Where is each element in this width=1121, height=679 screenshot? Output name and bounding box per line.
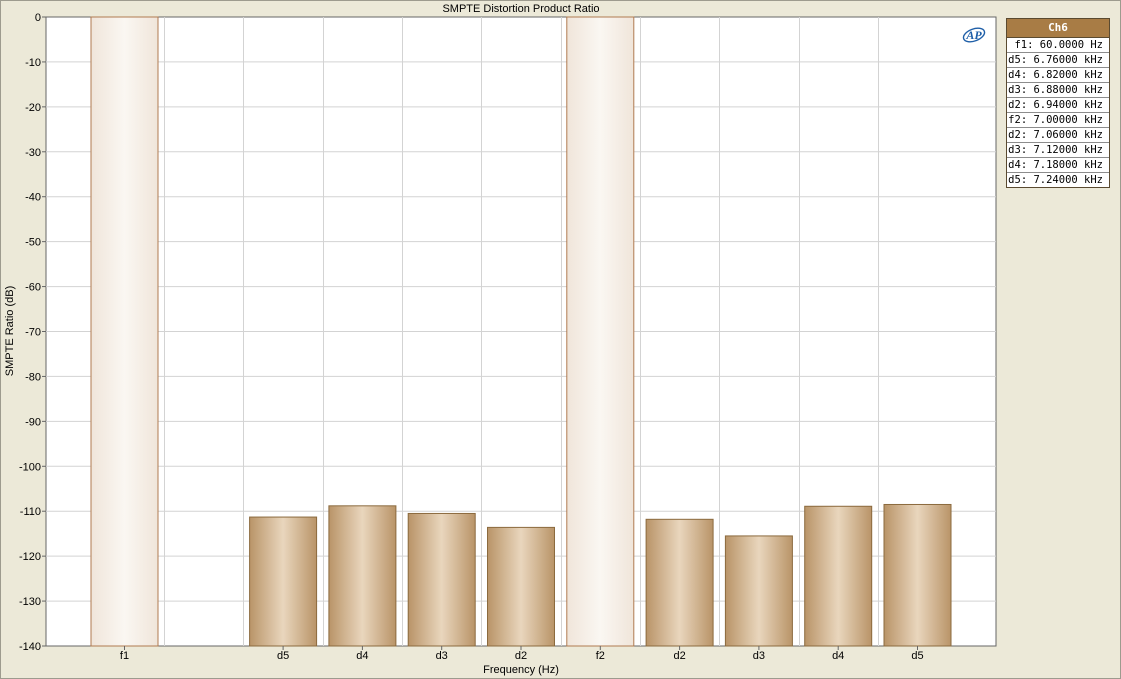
x-tick-label-d4: d4 [356,650,368,662]
y-tick-label: -110 [20,506,41,518]
bar-d5 [883,503,952,647]
y-tick-label: -80 [25,371,41,383]
legend-entry: d3: 7.12000 kHz [1007,143,1109,158]
legend-entry: d2: 6.94000 kHz [1007,98,1109,113]
legend-entry: f2: 7.00000 kHz [1007,113,1109,128]
bar-d5 [249,516,318,647]
bar-d3 [724,535,793,647]
bar-d2 [645,518,714,647]
x-tick-label-d4: d4 [832,650,844,662]
x-tick-label-d5: d5 [277,650,289,662]
legend-entry: d2: 7.06000 kHz [1007,128,1109,143]
y-axis-label: SMPTE Ratio (dB) [4,286,16,376]
bar-f1 [90,16,159,647]
legend-entry: d5: 7.24000 kHz [1008,174,1103,186]
ap-logo: AP [962,27,986,43]
legend-entry: d4: 7.18000 kHz [1007,158,1109,173]
legend: Ch6 f1: 60.0000 Hz d5: 6.76000 kHz d4: 6.8… [1006,18,1110,188]
bar-d2 [487,526,555,647]
legend-entry: d5: 6.76000 kHz [1007,53,1109,68]
y-tick-label: -40 [25,192,41,204]
y-tick-label: -120 [19,551,41,563]
y-tick-label: -140 [19,641,41,653]
x-tick-label-d2: d2 [515,650,527,662]
y-tick-label: 0 [35,12,41,24]
y-tick-label: -50 [25,237,41,249]
y-tick-label: -60 [25,282,41,294]
y-tick-label: -90 [25,416,41,428]
bar-d4 [328,505,397,647]
chart-svg: 0 -10 -20 -30 -40 -50 -60 -70 -80 -90 -100 -110 -120… [4,12,997,676]
y-tick-label: -10 [25,57,41,69]
legend-header: Ch6 [1007,19,1109,38]
svg-text:AP: AP [965,28,982,42]
x-tick-label-f1: f1 [120,650,129,662]
legend-entry: d4: 6.82000 kHz [1007,68,1109,83]
x-tick-label-d5: d5 [911,650,923,662]
x-axis-label: Frequency (Hz) [483,664,559,676]
legend-entry: f1: 60.0000 Hz [1007,38,1109,53]
y-tick-label: -100 [19,461,41,473]
bar-d3 [407,512,476,647]
y-tick-label: -70 [25,327,41,339]
x-tick-label-d3: d3 [753,650,765,662]
x-tick-label-f2: f2 [596,650,605,662]
y-tick-label: -20 [25,102,41,114]
y-tick-label: -130 [19,596,41,608]
y-tick-label: -30 [25,147,41,159]
x-tick-label-d3: d3 [436,650,448,662]
legend-entry: d3: 6.88000 kHz [1007,83,1109,98]
x-tick-label-d2: d2 [673,650,685,662]
bar-d4 [804,505,873,647]
bar-f2 [566,16,635,647]
